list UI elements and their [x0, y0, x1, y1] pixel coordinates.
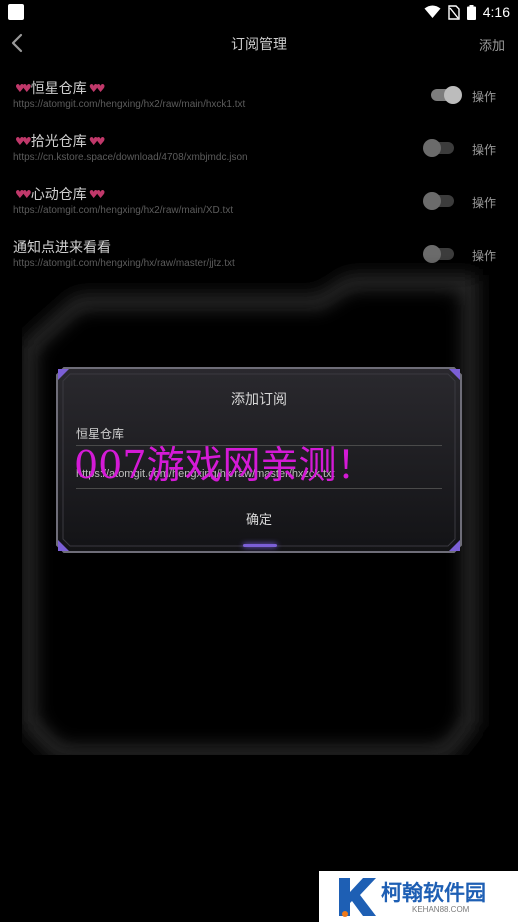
subscription-url: https://atomgit.com/hengxing/hx2/raw/mai… [13, 205, 234, 216]
battery-icon [466, 4, 476, 20]
hearts-icon: ♥♥ [88, 81, 106, 95]
hearts-icon: ♥♥ [15, 134, 32, 148]
toggle-knob [423, 139, 441, 157]
toggle-knob [423, 192, 441, 210]
subscription-toggle[interactable] [423, 139, 454, 157]
subscription-item: ♥♥ 恒星仓库 ♥♥ https://atomgit.com/hengxing/… [0, 72, 518, 125]
status-bar: 4:16 [0, 0, 518, 24]
watermark-text: 007游戏网亲测！ [74, 443, 375, 487]
title-bar: 订阅管理 添加 [0, 28, 518, 58]
wifi-icon [424, 5, 441, 18]
operation-button[interactable]: 操作 [472, 194, 496, 211]
status-icons: 4:16 [424, 3, 510, 21]
add-button[interactable]: 添加 [479, 35, 505, 54]
toggle-knob [444, 86, 462, 104]
subscription-name: ♥♥ 心动仓库 ♥♥ [13, 184, 106, 204]
page-title: 订阅管理 [231, 37, 287, 53]
logo-k-icon [339, 878, 376, 917]
dialog-title: 添加订阅 [231, 392, 287, 408]
logo-text: 柯翰软件园 [381, 881, 486, 905]
subscription-name: ♥♥ 恒星仓库 ♥♥ [13, 78, 106, 98]
subscription-url: https://atomgit.com/hengxing/hx2/raw/mai… [13, 99, 246, 110]
status-time: 4:16 [482, 4, 510, 20]
hearts-icon: ♥♥ [88, 134, 106, 148]
app-icon [8, 4, 24, 20]
subscription-toggle[interactable] [431, 86, 462, 104]
subscription-name-text: 恒星仓库 [30, 81, 87, 97]
subscription-toggle[interactable] [423, 192, 454, 210]
subscription-name: ♥♥ 拾光仓库 ♥♥ [13, 131, 106, 151]
subscription-item: ♥♥ 心动仓库 ♥♥ https://atomgit.com/hengxing/… [0, 178, 518, 231]
logo-subtext: KEHAN88.COM [412, 905, 470, 914]
subscription-name-text: 拾光仓库 [30, 134, 87, 150]
operation-button[interactable]: 操作 [472, 88, 496, 105]
subscription-name-text: 心动仓库 [30, 187, 87, 203]
site-logo: 柯翰软件园 KEHAN88.COM [319, 871, 518, 922]
confirm-button[interactable]: 确定 [56, 509, 462, 528]
subscription-url: https://cn.kstore.space/download/4708/xm… [13, 152, 248, 163]
operation-button[interactable]: 操作 [472, 141, 496, 158]
hearts-icon: ♥♥ [88, 187, 106, 201]
hearts-icon: ♥♥ [15, 187, 32, 201]
dialog-accent-bar [243, 544, 277, 547]
no-sim-icon [448, 4, 460, 20]
hearts-icon: ♥♥ [15, 81, 32, 95]
subscription-item: ♥♥ 拾光仓库 ♥♥ https://cn.kstore.space/downl… [0, 125, 518, 178]
